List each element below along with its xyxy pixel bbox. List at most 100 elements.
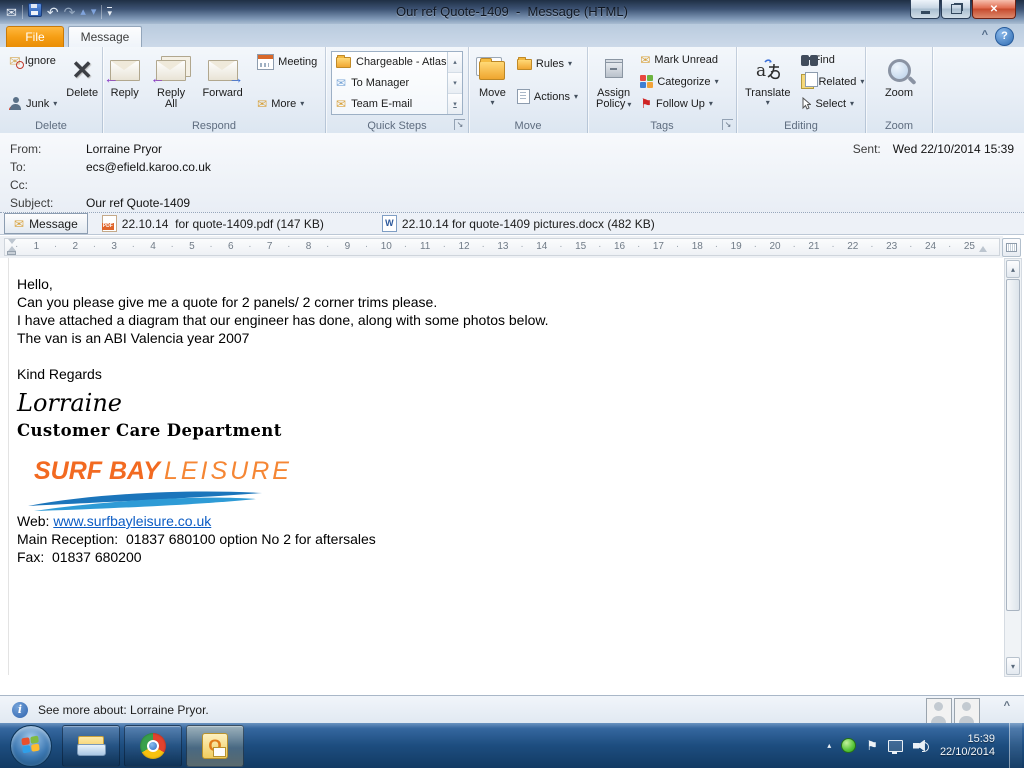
left-indent-marker[interactable] <box>7 251 16 255</box>
reply-envelope-icon: ← <box>104 59 140 86</box>
tab-message[interactable]: Message <box>68 26 142 48</box>
taskbar-clock[interactable]: 15:39 22/10/2014 <box>940 733 995 759</box>
first-line-indent-marker[interactable] <box>8 239 16 244</box>
meeting-button[interactable]: Meeting <box>254 53 320 71</box>
close-button[interactable]: ✕ <box>972 0 1016 19</box>
clock-time: 15:39 <box>967 732 995 745</box>
taskbar-explorer-button[interactable] <box>62 724 120 767</box>
restore-button[interactable] <box>941 0 971 19</box>
minimize-ribbon-icon[interactable]: ^ <box>982 29 988 41</box>
categorize-button[interactable]: Categorize ▾ <box>637 74 721 89</box>
find-label: Find <box>813 54 835 66</box>
previous-item-button[interactable]: ▴ <box>80 6 86 18</box>
junk-button[interactable]: Junk ▾ <box>6 96 60 111</box>
scroll-down-button[interactable]: ▾ <box>1006 657 1020 675</box>
people-pane-collapse-icon[interactable]: ^ <box>1004 700 1010 712</box>
people-pane-text[interactable]: See more about: Lorraine Pryor. <box>38 703 209 717</box>
dropdown-arrow-icon: ▾ <box>627 99 632 109</box>
forward-envelope-icon: → <box>207 59 244 86</box>
help-button[interactable]: ? <box>995 27 1014 46</box>
show-desktop-button[interactable] <box>1009 723 1022 768</box>
quick-step-chargeable-atlas[interactable]: Chargeable - Atlas <box>336 54 447 68</box>
ignore-button[interactable]: ✉ Ignore <box>6 53 60 69</box>
more-button[interactable]: ✉ More ▾ <box>254 97 320 111</box>
group-caption-delete: Delete <box>35 120 67 132</box>
action-center-flag-icon[interactable]: ⚑ <box>866 739 878 752</box>
website-link[interactable]: www.surfbayleisure.co.uk <box>53 513 211 529</box>
group-caption-quick-steps: Quick Steps <box>367 120 427 132</box>
assign-policy-label-2: Policy <box>596 98 626 110</box>
ruler-number: 15 <box>559 239 600 255</box>
rules-button[interactable]: Rules ▾ <box>514 56 581 71</box>
quick-step-envelope-icon: ✉ <box>336 75 347 90</box>
find-button[interactable]: Find <box>798 53 867 67</box>
from-value[interactable]: Lorraine Pryor <box>86 140 162 158</box>
reply-button[interactable]: ← Reply <box>104 49 144 115</box>
next-item-button[interactable]: ▾ <box>91 6 97 18</box>
pdf-file-icon <box>101 215 117 232</box>
ruler-number: 2 <box>54 239 95 255</box>
translate-icon: a <box>756 59 780 81</box>
quick-steps-scroll-bottom[interactable]: ▾ <box>448 94 462 114</box>
right-indent-marker[interactable] <box>979 246 987 252</box>
quick-step-team-email[interactable]: ✉ Team E-mail <box>336 98 447 110</box>
rules-icon <box>516 56 532 70</box>
forward-arrow-icon: → <box>228 69 244 87</box>
volume-icon[interactable] <box>913 740 929 752</box>
scroll-up-button[interactable]: ▴ <box>1006 260 1020 278</box>
avatar[interactable] <box>954 698 980 724</box>
customize-qat-button[interactable]: ▾ <box>107 6 112 18</box>
ruler-toggle-button[interactable] <box>1002 238 1021 257</box>
message-body[interactable]: Hello, Can you please give me a quote fo… <box>0 258 1003 695</box>
ruler[interactable]: 1234567891011121314151617181920212223242… <box>4 238 1000 256</box>
start-button[interactable] <box>10 724 52 767</box>
delete-button[interactable]: ✕ Delete <box>62 49 102 115</box>
categorize-swatch <box>640 75 647 81</box>
tags-dialog-launcher[interactable]: ↘ <box>722 119 733 130</box>
quick-steps-scroll-down[interactable]: ▾ <box>448 73 462 94</box>
ignore-icon: ✉ <box>9 53 24 69</box>
attachment-tab-message[interactable]: ✉ Message <box>4 213 88 234</box>
scrollbar-track[interactable] <box>1005 611 1021 656</box>
select-button[interactable]: Select ▾ <box>798 96 867 111</box>
save-button[interactable] <box>27 2 42 22</box>
show-hidden-icons-button[interactable]: ▴ <box>827 741 831 750</box>
mark-unread-button[interactable]: ✉ Mark Unread <box>637 53 721 67</box>
zoom-button[interactable]: Zoom <box>881 49 917 115</box>
taskbar: O ▴ ⚑ 15:39 22/10/2014 <box>0 723 1024 768</box>
tab-file[interactable]: File <box>6 26 64 48</box>
avatar[interactable] <box>926 698 952 724</box>
quick-steps-scroll-up[interactable]: ▴ <box>448 52 462 73</box>
related-button[interactable]: Related ▾ <box>798 72 867 90</box>
network-icon[interactable] <box>887 739 903 754</box>
taskbar-chrome-button[interactable] <box>124 724 182 767</box>
outlook-message-window: ✉ ↶ ↷ ▴ ▾ ▾ Our ref Quote-1409 - Message… <box>0 0 1024 768</box>
tray-status-icon[interactable] <box>841 738 857 753</box>
actions-button[interactable]: Actions ▾ <box>514 88 581 105</box>
move-group-content: Move ▾ Rules ▾ Actions ▾ <box>469 47 587 115</box>
group-caption-respond: Respond <box>191 120 237 132</box>
redo-button[interactable]: ↷ <box>64 5 76 19</box>
header-row-cc: Cc: <box>0 176 1024 194</box>
undo-button[interactable]: ↶ <box>47 5 59 19</box>
reply-all-button[interactable]: ← Reply All <box>149 49 193 115</box>
follow-up-button[interactable]: ⚑ Follow Up ▾ <box>637 96 721 111</box>
quick-steps-dialog-launcher[interactable]: ↘ <box>454 119 465 130</box>
taskbar-outlook-button[interactable]: O <box>186 724 244 767</box>
attachment-pdf[interactable]: 22.10.14 for quote-1409.pdf (147 KB) <box>101 215 324 232</box>
assign-policy-button[interactable]: Assign Policy ▾ <box>592 49 635 115</box>
to-value[interactable]: ecs@efield.karoo.co.uk <box>86 158 211 176</box>
minimize-button[interactable] <box>910 0 940 19</box>
translate-button[interactable]: a Translate ▾ <box>741 49 794 115</box>
quick-steps-list: Chargeable - Atlas ✉ To Manager ✉ Team E… <box>332 52 447 114</box>
subject-value: Our ref Quote-1409 <box>86 196 191 210</box>
editing-group-stack: Find Related ▾ Select ▾ <box>796 49 869 115</box>
attachment-docx[interactable]: W 22.10.14 for quote-1409 pictures.docx … <box>381 215 655 232</box>
scrollbar-thumb[interactable] <box>1006 279 1020 611</box>
dropdown-arrow-icon: ▾ <box>714 76 719 86</box>
move-button[interactable]: Move ▾ <box>475 49 510 115</box>
info-icon: i <box>12 701 28 718</box>
quick-step-label: To Manager <box>351 76 410 89</box>
forward-button[interactable]: → Forward <box>198 49 246 115</box>
quick-step-to-manager[interactable]: ✉ To Manager <box>336 77 447 89</box>
